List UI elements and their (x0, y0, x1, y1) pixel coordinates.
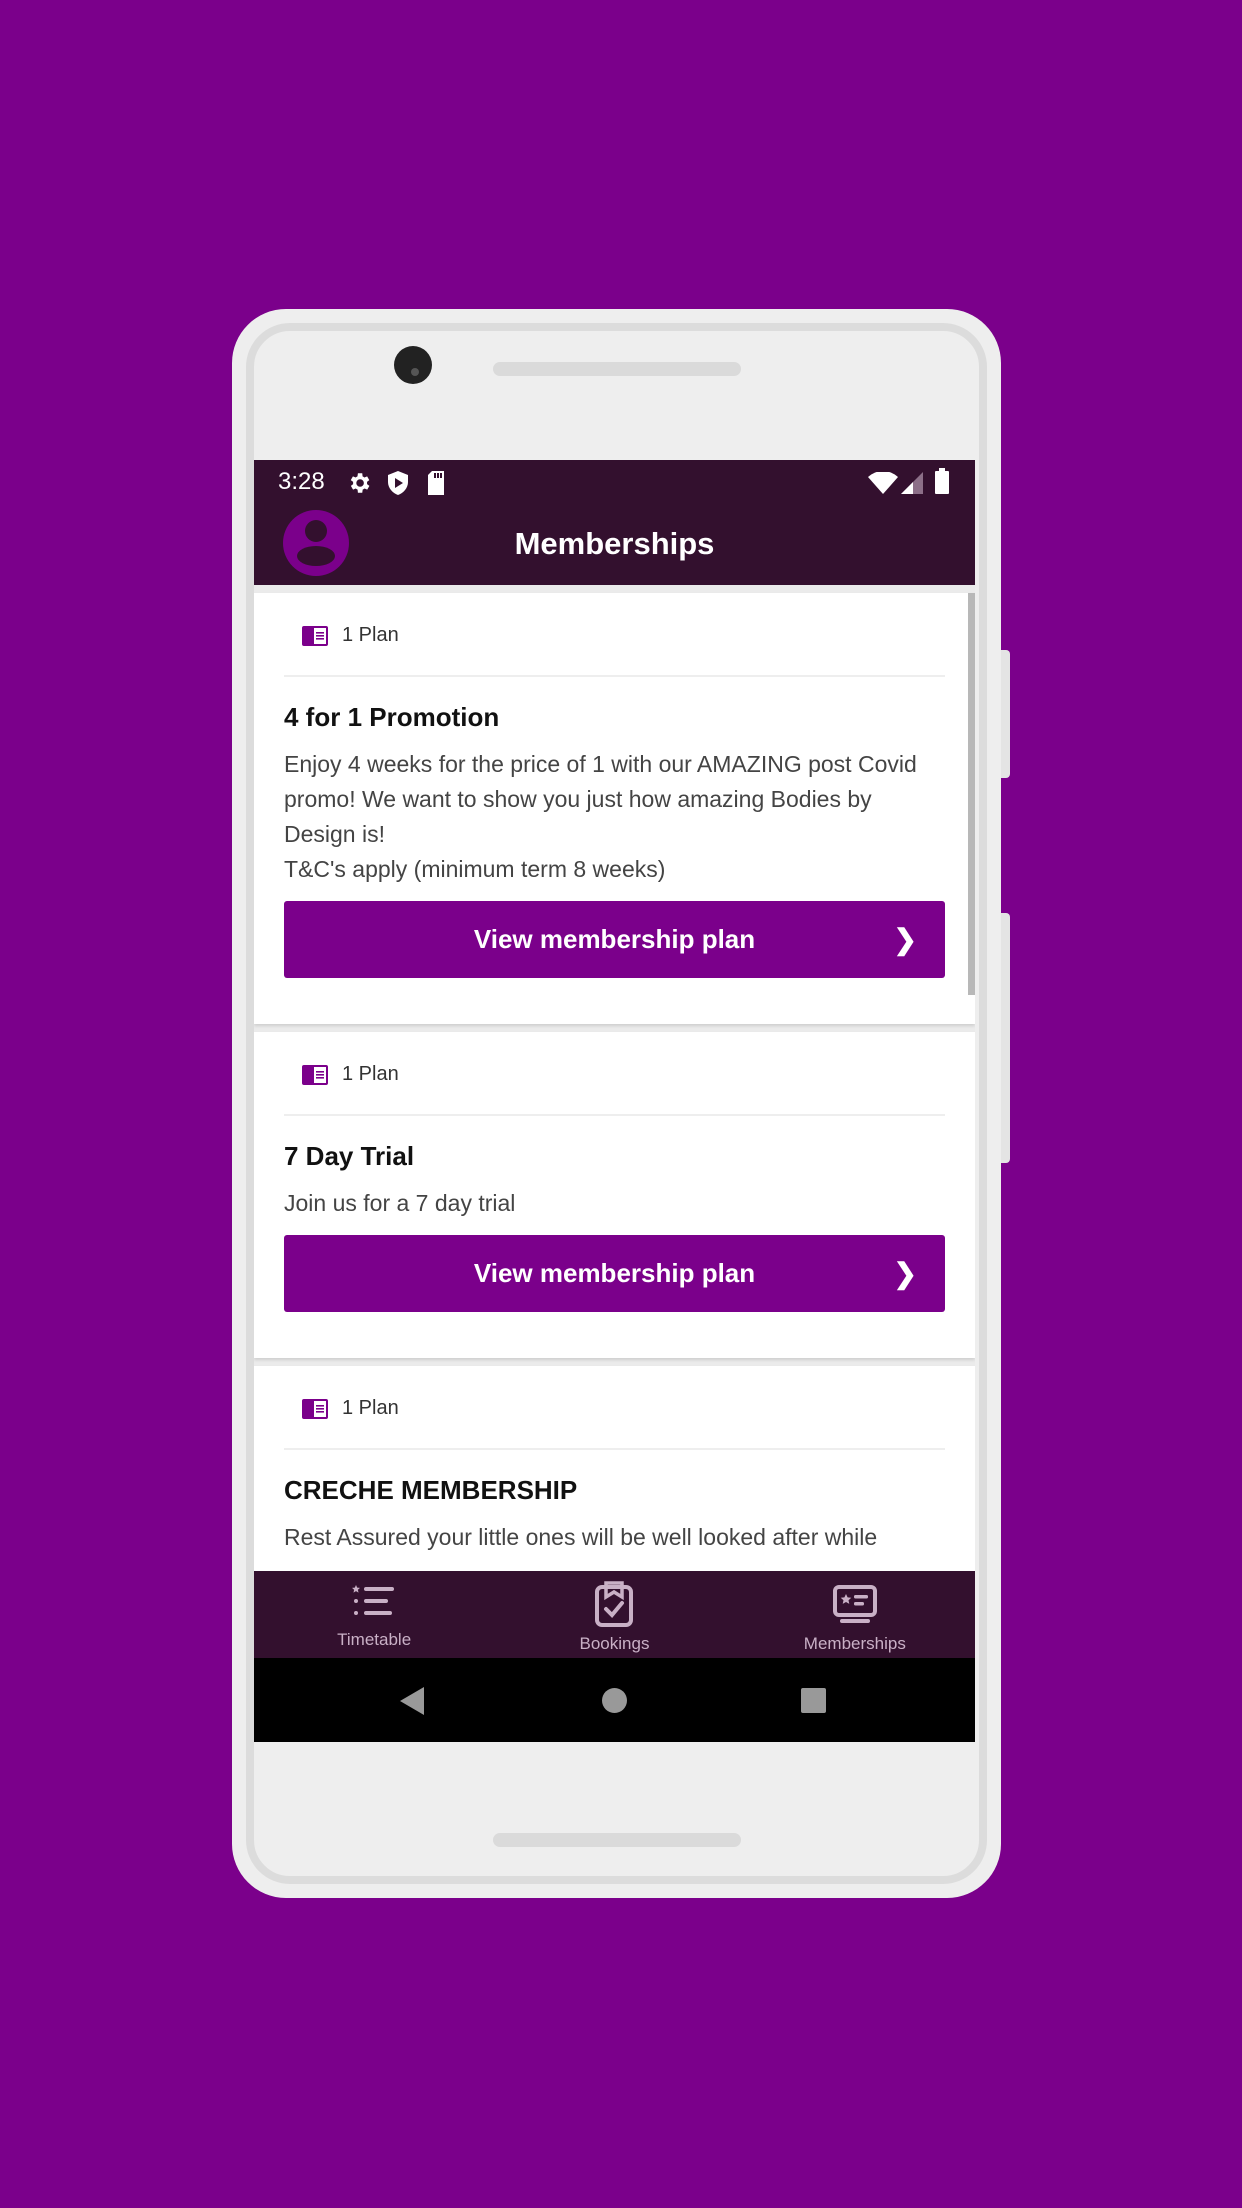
plan-icon (302, 1065, 328, 1085)
plan-count: 1 Plan (342, 1063, 399, 1085)
bottom-navigation: Timetable Bookings Memberships (254, 1571, 975, 1658)
membership-description: Rest Assured your little ones will be we… (284, 1524, 878, 1550)
shield-play-icon (388, 471, 408, 495)
nav-label: Timetable (337, 1630, 412, 1649)
chevron-right-icon: ❯ (893, 924, 917, 955)
bottom-speaker (493, 1833, 741, 1847)
front-camera (394, 346, 432, 384)
status-bar: 3:28 (254, 460, 975, 508)
system-navigation-bar (254, 1658, 975, 1742)
app-screen: 3:28 Memberships 1 Plan 4 for 1 Promotio… (254, 460, 975, 1742)
membership-title: 4 for 1 Promotion (284, 702, 500, 732)
recent-apps-icon[interactable] (801, 1688, 826, 1713)
nav-label: Memberships (803, 1634, 906, 1653)
status-time: 3:28 (278, 468, 325, 495)
membership-title: CRECHE MEMBERSHIP (284, 1475, 578, 1505)
nav-memberships[interactable]: Memberships (735, 1571, 975, 1658)
plan-count: 1 Plan (342, 1397, 399, 1419)
sd-card-icon (428, 471, 444, 495)
view-membership-plan-button[interactable]: View membership plan ❯ (284, 901, 945, 978)
top-speaker (493, 362, 741, 376)
membership-card: 1 Plan 7 Day Trial Join us for a 7 day t… (254, 1032, 975, 1358)
bookings-clipboard-icon (595, 1581, 634, 1627)
nav-label: Bookings (579, 1634, 650, 1653)
battery-icon (935, 468, 949, 494)
chevron-right-icon: ❯ (893, 1258, 917, 1289)
membership-card: 1 Plan 4 for 1 Promotion Enjoy 4 weeks f… (254, 593, 975, 1024)
membership-title: 7 Day Trial (284, 1141, 415, 1171)
app-header: Memberships (254, 508, 975, 585)
nav-timetable[interactable]: Timetable (254, 1571, 494, 1658)
timetable-list-icon (352, 1585, 395, 1615)
plan-count: 1 Plan (342, 624, 399, 646)
membership-list: 1 Plan 4 for 1 Promotion Enjoy 4 weeks f… (254, 593, 975, 1742)
power-button (1001, 650, 1010, 778)
home-icon[interactable] (602, 1688, 627, 1713)
membership-card-icon (832, 1585, 877, 1623)
signal-icon (901, 472, 923, 494)
back-icon[interactable] (400, 1687, 424, 1715)
membership-description: Enjoy 4 weeks for the price of 1 with ou… (284, 751, 917, 882)
view-membership-plan-button[interactable]: View membership plan ❯ (284, 1235, 945, 1312)
nav-bookings[interactable]: Bookings (494, 1571, 734, 1658)
button-label: View membership plan (473, 924, 756, 954)
membership-description: Join us for a 7 day trial (284, 1190, 516, 1216)
wifi-icon (868, 472, 898, 494)
scrollbar[interactable] (968, 593, 975, 995)
plan-icon (302, 1399, 328, 1419)
plan-icon (302, 626, 328, 646)
settings-icon (350, 473, 370, 493)
page-title: Memberships (514, 526, 715, 561)
volume-button (1001, 913, 1010, 1163)
button-label: View membership plan (473, 1258, 756, 1288)
